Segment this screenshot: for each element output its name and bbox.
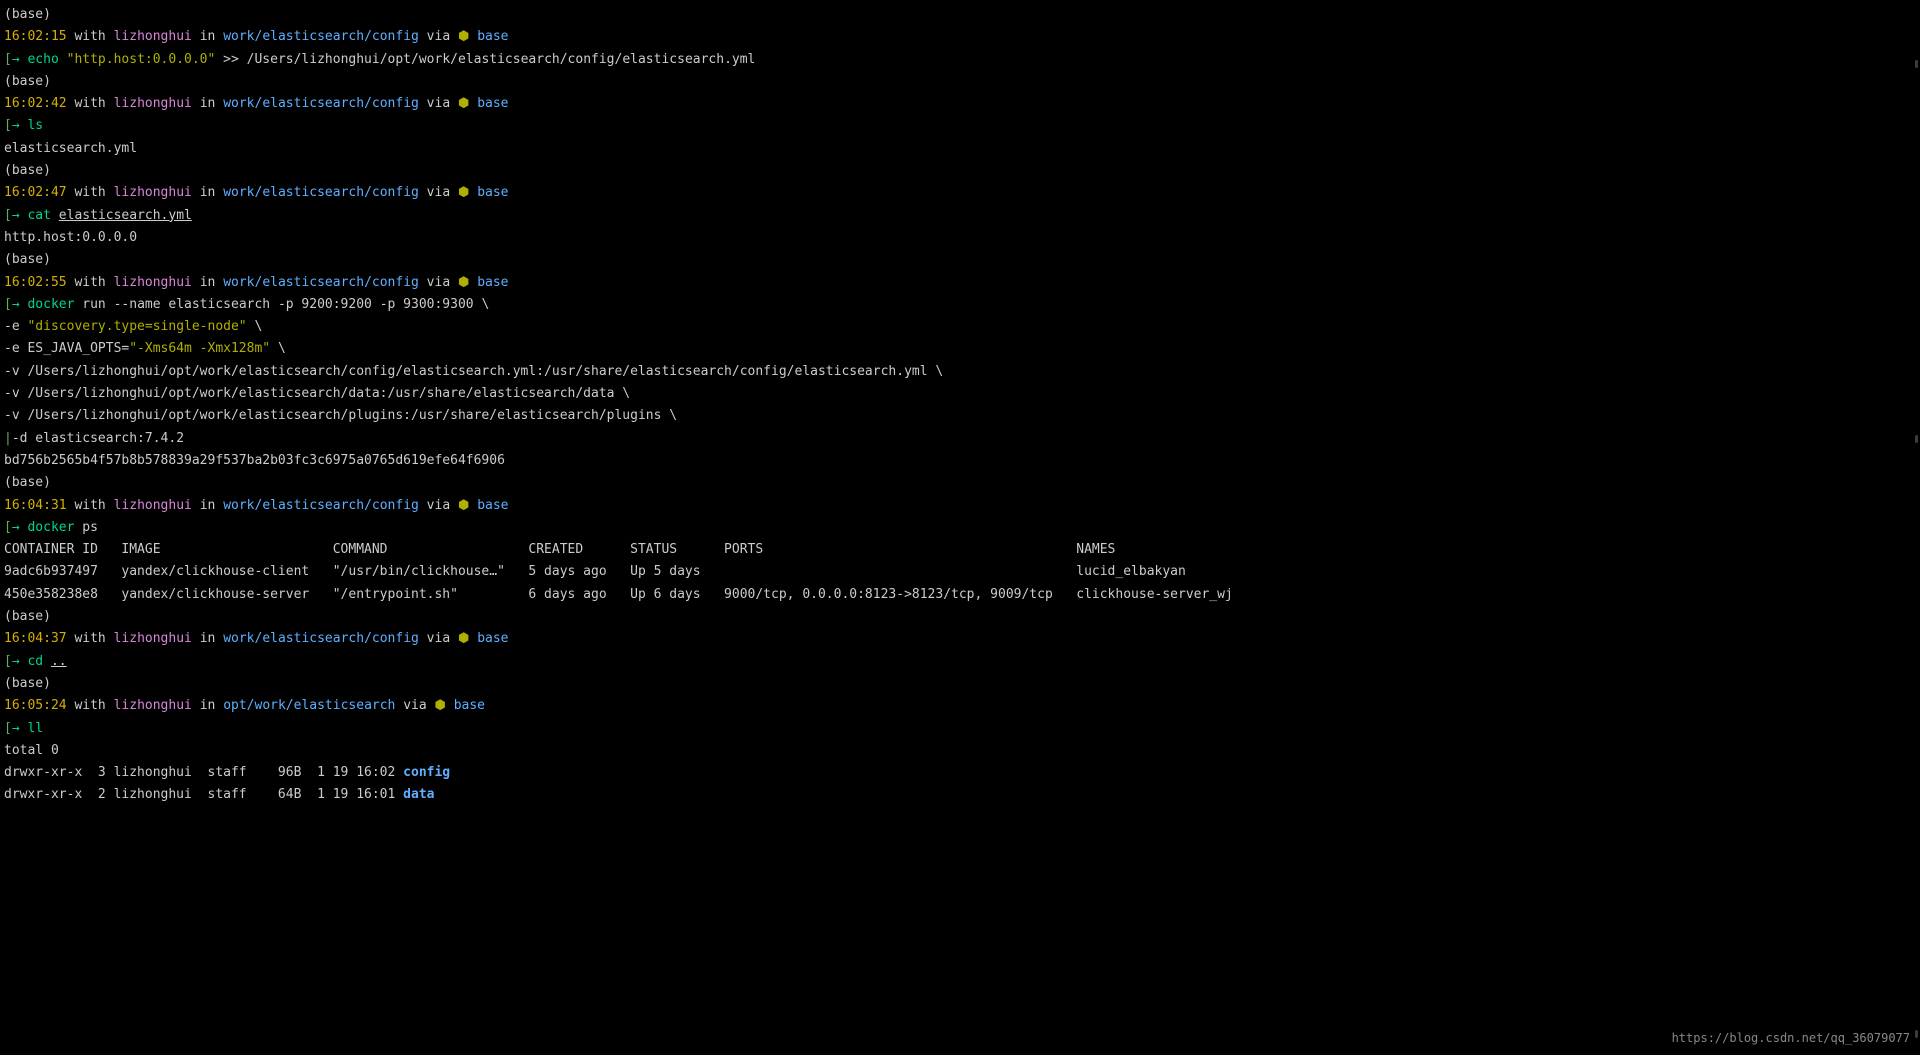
command-line[interactable]: [→ echo "http.host:0.0.0.0" >> /Users/li… [4, 49, 1916, 71]
prompt-line: 16:02:15 with lizhonghui in work/elastic… [4, 26, 1916, 48]
env-name: base [477, 29, 508, 44]
prompt-line: 16:02:42 with lizhonghui in work/elastic… [4, 93, 1916, 115]
command-continuation: -v /Users/lizhonghui/opt/work/elasticsea… [4, 383, 1916, 405]
timestamp: 16:02:55 [4, 275, 67, 290]
dir-name: data [403, 787, 434, 802]
base-indicator: (base) [4, 472, 1916, 494]
timestamp: 16:02:47 [4, 185, 67, 200]
command-line[interactable]: [→ docker run --name elasticsearch -p 92… [4, 294, 1916, 316]
command-line[interactable]: [→ cat elasticsearch.yml [4, 205, 1916, 227]
timestamp: 16:04:31 [4, 498, 67, 513]
prompt-arrow-icon: → [12, 118, 28, 133]
env-name: base [477, 185, 508, 200]
cwd: work/elasticsearch/config [223, 185, 419, 200]
watermark: https://blog.csdn.net/qq_36079077 [1672, 1027, 1910, 1049]
scrollbar-segment[interactable] [1915, 435, 1918, 443]
env-name: base [477, 96, 508, 111]
prompt-arrow-icon: → [12, 721, 28, 736]
cwd: work/elasticsearch/config [223, 275, 419, 290]
cwd: work/elasticsearch/config [223, 96, 419, 111]
env-icon: ⬢ [458, 29, 477, 44]
env-icon: ⬢ [458, 96, 477, 111]
cmd: docker [27, 297, 74, 312]
list-item: drwxr-xr-x 2 lizhonghui staff 64B 1 19 1… [4, 784, 1916, 806]
cmd: docker [27, 520, 74, 535]
prompt-arrow-icon: → [12, 297, 28, 312]
scrollbar-segment[interactable] [1915, 1030, 1918, 1038]
timestamp: 16:02:42 [4, 96, 67, 111]
username: lizhonghui [114, 96, 192, 111]
command-continuation: -v /Users/lizhonghui/opt/work/elasticsea… [4, 405, 1916, 427]
username: lizhonghui [114, 185, 192, 200]
env-icon: ⬢ [458, 631, 477, 646]
table-header: CONTAINER ID IMAGE COMMAND CREATED STATU… [4, 539, 1916, 561]
username: lizhonghui [114, 275, 192, 290]
timestamp: 16:04:37 [4, 631, 67, 646]
base-indicator: (base) [4, 4, 1916, 26]
env-name: base [477, 275, 508, 290]
prompt-arrow-icon: → [12, 520, 28, 535]
username: lizhonghui [114, 631, 192, 646]
timestamp: 16:02:15 [4, 29, 67, 44]
output-line: bd756b2565b4f57b8b578839a29f537ba2b03fc3… [4, 450, 1916, 472]
cmd-arg: elasticsearch.yml [59, 208, 192, 223]
output-line: elasticsearch.yml [4, 138, 1916, 160]
command-continuation: |-d elasticsearch:7.4.2 [4, 428, 1916, 450]
prompt-arrow-icon: → [12, 208, 28, 223]
cmd: ls [27, 118, 43, 133]
cmd: echo [27, 52, 58, 67]
cwd: work/elasticsearch/config [223, 498, 419, 513]
prompt-line: 16:02:47 with lizhonghui in work/elastic… [4, 182, 1916, 204]
base-indicator: (base) [4, 606, 1916, 628]
prompt-arrow-icon: → [12, 654, 28, 669]
output-line: total 0 [4, 740, 1916, 762]
command-line[interactable]: [→ ll [4, 718, 1916, 740]
command-continuation: -v /Users/lizhonghui/opt/work/elasticsea… [4, 361, 1916, 383]
output-line: http.host:0.0.0.0 [4, 227, 1916, 249]
command-line[interactable]: [→ ls [4, 115, 1916, 137]
prompt-arrow-icon: → [12, 52, 28, 67]
list-item: drwxr-xr-x 3 lizhonghui staff 96B 1 19 1… [4, 762, 1916, 784]
prompt-line: 16:04:37 with lizhonghui in work/elastic… [4, 628, 1916, 650]
prompt-line: 16:02:55 with lizhonghui in work/elastic… [4, 272, 1916, 294]
base-indicator: (base) [4, 160, 1916, 182]
command-continuation: -e "discovery.type=single-node" \ [4, 316, 1916, 338]
username: lizhonghui [114, 698, 192, 713]
timestamp: 16:05:24 [4, 698, 67, 713]
terminal-output: (base) 16:02:15 with lizhonghui in work/… [4, 4, 1916, 807]
cmd-arg: .. [51, 654, 67, 669]
username: lizhonghui [114, 29, 192, 44]
prompt-line: 16:05:24 with lizhonghui in opt/work/ela… [4, 695, 1916, 717]
base-indicator: (base) [4, 71, 1916, 93]
base-indicator: (base) [4, 673, 1916, 695]
env-icon: ⬢ [458, 185, 477, 200]
command-line[interactable]: [→ docker ps [4, 517, 1916, 539]
scrollbar-segment[interactable] [1915, 60, 1918, 68]
env-name: base [454, 698, 485, 713]
cmd: cat [27, 208, 50, 223]
env-icon: ⬢ [458, 275, 477, 290]
dir-name: config [403, 765, 450, 780]
env-name: base [477, 631, 508, 646]
command-continuation: -e ES_JAVA_OPTS="-Xms64m -Xmx128m" \ [4, 338, 1916, 360]
username: lizhonghui [114, 498, 192, 513]
cmd: ll [27, 721, 43, 736]
prompt-line: 16:04:31 with lizhonghui in work/elastic… [4, 495, 1916, 517]
cwd: work/elasticsearch/config [223, 631, 419, 646]
cmd: cd [27, 654, 43, 669]
base-indicator: (base) [4, 249, 1916, 271]
cmd-arg: "http.host:0.0.0.0" [67, 52, 216, 67]
table-row: 450e358238e8 yandex/clickhouse-server "/… [4, 584, 1916, 606]
cwd: opt/work/elasticsearch [223, 698, 395, 713]
cwd: work/elasticsearch/config [223, 29, 419, 44]
env-icon: ⬢ [435, 698, 454, 713]
command-line[interactable]: [→ cd .. [4, 651, 1916, 673]
table-row: 9adc6b937497 yandex/clickhouse-client "/… [4, 561, 1916, 583]
env-name: base [477, 498, 508, 513]
env-icon: ⬢ [458, 498, 477, 513]
